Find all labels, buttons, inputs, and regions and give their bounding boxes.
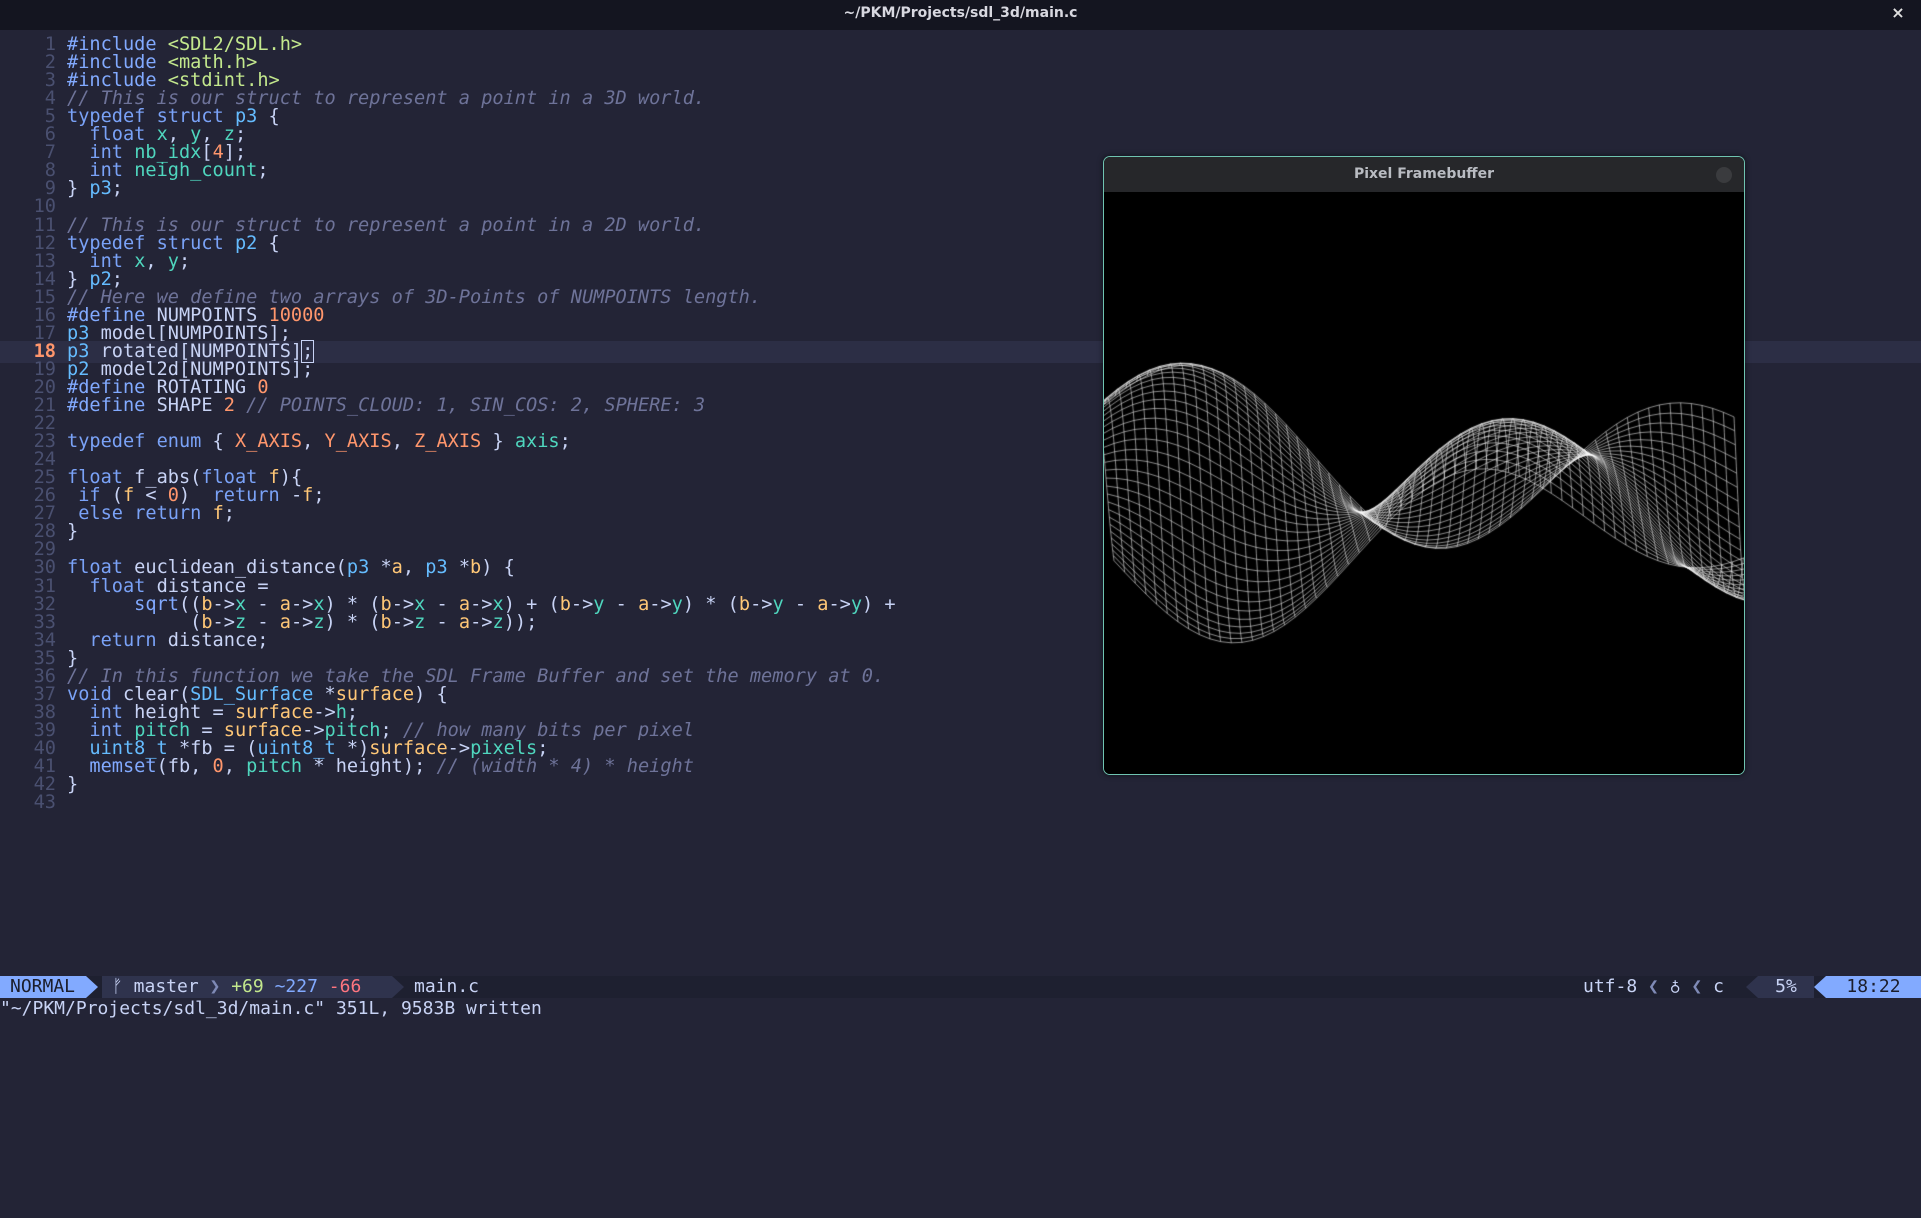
separator-arrow [392,976,404,998]
file-name: main.c [414,976,480,997]
separator-arrow [1814,976,1826,998]
window-title: ~/PKM/Projects/sdl_3d/main.c [843,5,1078,21]
framebuffer-render [1104,193,1744,774]
c-file-icon: ♁ [1669,976,1681,997]
file-encoding: utf-8 [1583,976,1638,997]
git-branch: master [133,976,199,997]
framebuffer-title: Pixel Framebuffer [1353,166,1495,182]
git-added: +69 [231,976,264,997]
framebuffer-close-button[interactable] [1716,167,1732,183]
framebuffer-titlebar[interactable]: Pixel Framebuffer [1104,157,1744,192]
separator-arrow [86,976,98,998]
scroll-percent: 5% [1758,976,1814,998]
statusline: NORMAL ᚠ master ❯ +69 ~227 -66 main.c ut… [0,976,1921,998]
git-changed: ~227 [274,976,318,997]
command-line[interactable]: "~/PKM/Projects/sdl_3d/main.c" 351L, 958… [0,998,1921,1020]
close-icon[interactable]: × [1889,0,1907,26]
branch-icon: ᚠ [112,976,123,997]
separator-arrow [1746,976,1758,998]
code-line[interactable]: 43 [0,792,1921,814]
file-info: utf-8 ❮ ♁ ❮ c [1583,976,1724,997]
window-titlebar: ~/PKM/Projects/sdl_3d/main.c × [0,0,1921,30]
line-number: 43 [33,792,56,814]
cursor-position: 18:22 [1826,976,1921,998]
file-type: c [1713,976,1724,997]
git-removed: -66 [328,976,362,997]
git-segment: ᚠ master ❯ +69 ~227 -66 [102,976,392,998]
framebuffer-window[interactable]: Pixel Framebuffer [1103,156,1745,775]
mode-indicator: NORMAL [0,976,86,998]
